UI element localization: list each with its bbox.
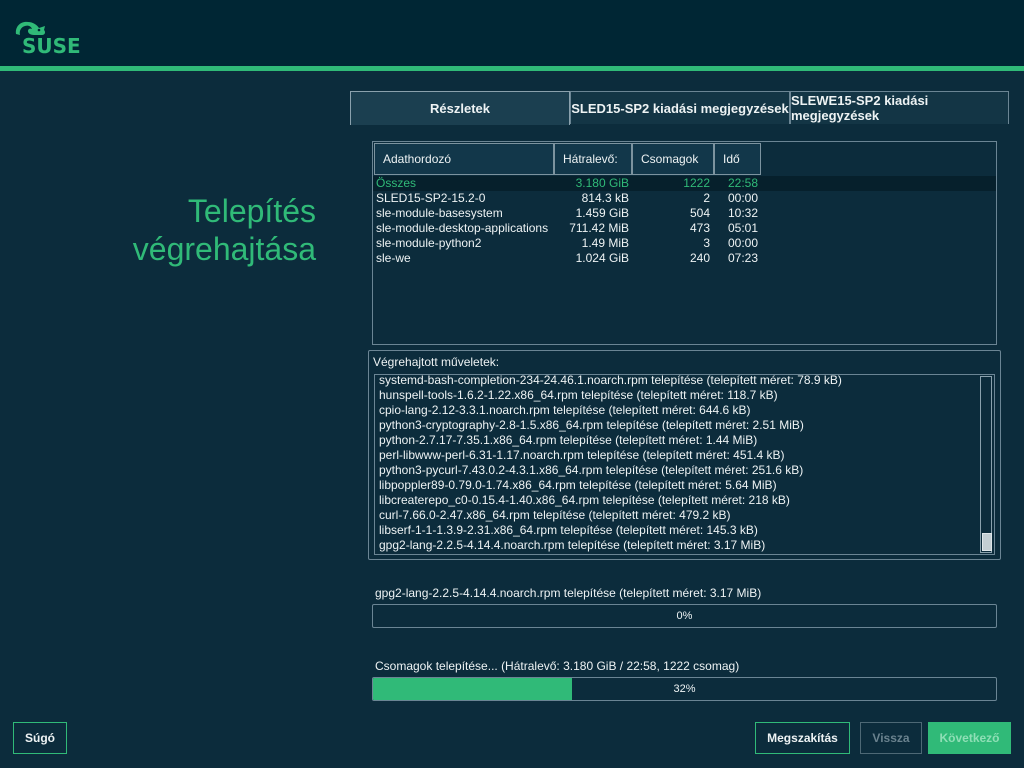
tab-slewe-release-notes-label: SLEWE15-SP2 kiadási megjegyzések bbox=[791, 93, 929, 123]
table-row[interactable]: sle-module-desktop-applications 711.42 M… bbox=[373, 221, 996, 236]
log-line: perl-libwww-perl-6.31-1.17.noarch.rpm te… bbox=[379, 448, 785, 462]
column-header-remaining[interactable]: Hátralevő: bbox=[554, 143, 632, 175]
column-header-media[interactable]: Adathordozó bbox=[374, 143, 554, 175]
page-title-line-1: Telepítés bbox=[187, 193, 316, 229]
table-row[interactable]: sle-module-python2 1.49 MiB 3 00:00 bbox=[373, 236, 996, 251]
log-line: python-2.7.17-7.35.1.x86_64.rpm telepíté… bbox=[379, 433, 758, 447]
suse-logo: SUSE bbox=[12, 16, 86, 56]
log-line: curl-7.66.0-2.47.x86_64.rpm telepítése (… bbox=[379, 508, 731, 522]
log-line: libpoppler89-0.79.0-1.74.x86_64.rpm tele… bbox=[379, 478, 777, 492]
overall-status-label: Csomagok telepítése... (Hátralevő: 3.180… bbox=[375, 659, 740, 673]
log-line: libcreaterepo_c0-0.15.4-1.40.x86_64.rpm … bbox=[379, 493, 790, 507]
operations-log[interactable]: systemd-bash-completion-234-24.46.1.noar… bbox=[374, 374, 995, 555]
table-row[interactable]: Összes 3.180 GiB 1222 22:58 bbox=[373, 176, 996, 191]
operations-scrollbar[interactable] bbox=[980, 376, 992, 553]
page-title: Telepítés végrehajtása bbox=[133, 192, 316, 268]
overall-progress: 32% bbox=[372, 677, 997, 701]
tab-details[interactable]: Részletek bbox=[350, 91, 570, 125]
page-title-line-2: végrehajtása bbox=[132, 231, 316, 267]
log-line: gpg2-lang-2.2.5-4.14.4.noarch.rpm telepí… bbox=[379, 538, 766, 552]
log-line: systemd-bash-completion-234-24.46.1.noar… bbox=[379, 374, 842, 387]
abort-button[interactable]: Megszakítás bbox=[755, 722, 850, 754]
column-header-packages[interactable]: Csomagok bbox=[632, 143, 714, 175]
tab-details-label: Részletek bbox=[430, 101, 490, 116]
current-package-progress-text: 0% bbox=[676, 610, 693, 622]
table-row[interactable]: sle-module-basesystem 1.459 GiB 504 10:3… bbox=[373, 206, 996, 221]
log-line: python3-pycurl-7.43.0.2-4.3.1.x86_64.rpm… bbox=[379, 463, 804, 477]
log-line: hunspell-tools-1.6.2-1.22.x86_64.rpm tel… bbox=[379, 388, 778, 402]
logo-text: SUSE bbox=[22, 34, 81, 56]
header-bar bbox=[0, 0, 1024, 68]
operations-label: Végrehajtott műveletek: bbox=[373, 355, 500, 369]
tab-slewe-release-notes[interactable]: SLEWE15-SP2 kiadási megjegyzések bbox=[790, 91, 1009, 124]
current-package-progress: 0% bbox=[372, 604, 997, 628]
overall-progress-text: 32% bbox=[673, 683, 696, 695]
back-button[interactable]: Vissza bbox=[860, 722, 922, 754]
next-button[interactable]: Következő bbox=[928, 722, 1011, 754]
log-line: cpio-lang-2.12-3.3.1.noarch.rpm telepíté… bbox=[379, 403, 751, 417]
table-row[interactable]: SLED15-SP2-15.2-0 814.3 kB 2 00:00 bbox=[373, 191, 996, 206]
header-accent-line bbox=[0, 66, 1024, 71]
column-header-time[interactable]: Idő bbox=[714, 143, 761, 175]
scrollbar-thumb[interactable] bbox=[982, 533, 992, 551]
table-row[interactable]: sle-we 1.024 GiB 240 07:23 bbox=[373, 251, 996, 266]
log-line: libserf-1-1-1.3.9-2.31.x86_64.rpm telepí… bbox=[379, 523, 758, 537]
tab-sled-release-notes-label: SLED15-SP2 kiadási megjegyzések bbox=[571, 100, 789, 116]
current-package-label: gpg2-lang-2.2.5-4.14.4.noarch.rpm telepí… bbox=[375, 586, 762, 600]
help-button[interactable]: Súgó bbox=[13, 722, 67, 754]
tab-sled-release-notes[interactable]: SLED15-SP2 kiadási megjegyzések bbox=[570, 91, 790, 124]
media-table[interactable]: Adathordozó Hátralevő: Csomagok Idő Össz… bbox=[372, 141, 997, 345]
operations-frame: Végrehajtott műveletek: systemd-bash-com… bbox=[368, 350, 1001, 560]
log-line: python3-cryptography-2.8-1.5.x86_64.rpm … bbox=[379, 418, 804, 432]
